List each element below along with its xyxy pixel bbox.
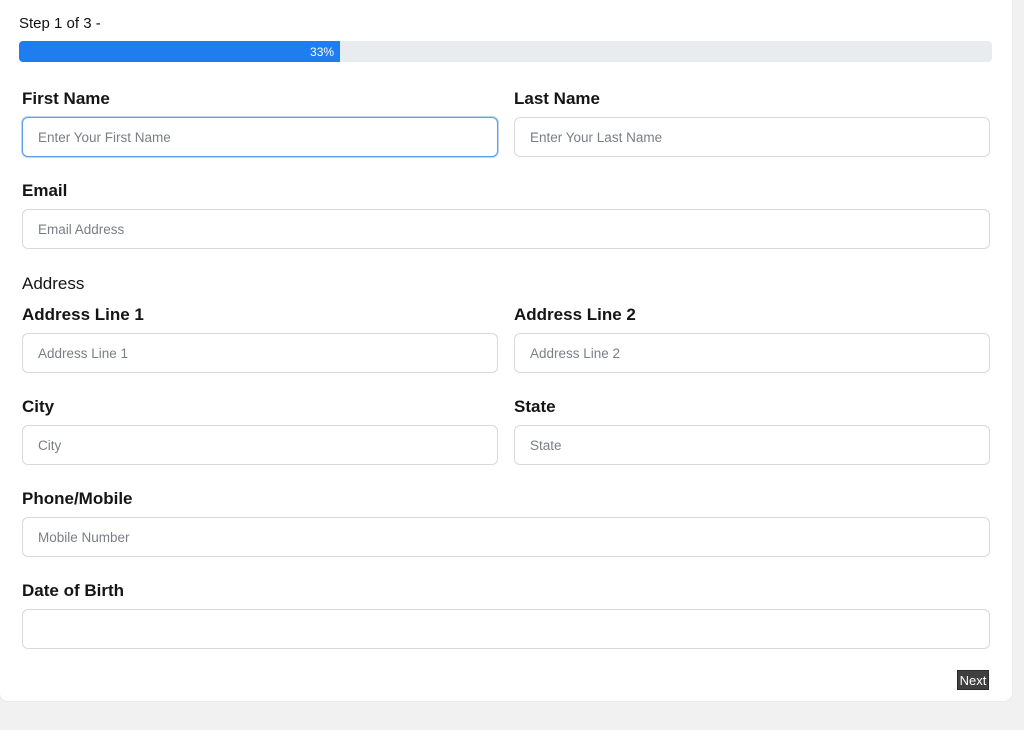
progress-bar: 33% (19, 41, 992, 62)
address-line2-input[interactable] (514, 333, 990, 373)
city-input[interactable] (22, 425, 498, 465)
next-button[interactable]: Next (957, 670, 989, 690)
dob-input[interactable] (22, 609, 990, 649)
email-input[interactable] (22, 209, 990, 249)
dob-label: Date of Birth (22, 581, 124, 600)
address-line1-input[interactable] (22, 333, 498, 373)
last-name-label: Last Name (514, 89, 600, 108)
form-card: Step 1 of 3 - 33% First Name Last Name E… (0, 0, 1012, 701)
state-input[interactable] (514, 425, 990, 465)
phone-input[interactable] (22, 517, 990, 557)
first-name-input[interactable] (22, 117, 498, 157)
last-name-input[interactable] (514, 117, 990, 157)
progress-fill: 33% (19, 41, 341, 62)
phone-label: Phone/Mobile (22, 489, 133, 508)
first-name-label: First Name (22, 89, 110, 108)
address-line2-label: Address Line 2 (514, 305, 636, 324)
city-label: City (22, 397, 55, 416)
step-indicator: Step 1 of 3 - (19, 15, 101, 32)
email-label: Email (22, 181, 68, 200)
address-section-title: Address (22, 274, 85, 293)
state-label: State (514, 397, 556, 416)
progress-label: 33% (310, 44, 335, 59)
address-line1-label: Address Line 1 (22, 305, 144, 324)
